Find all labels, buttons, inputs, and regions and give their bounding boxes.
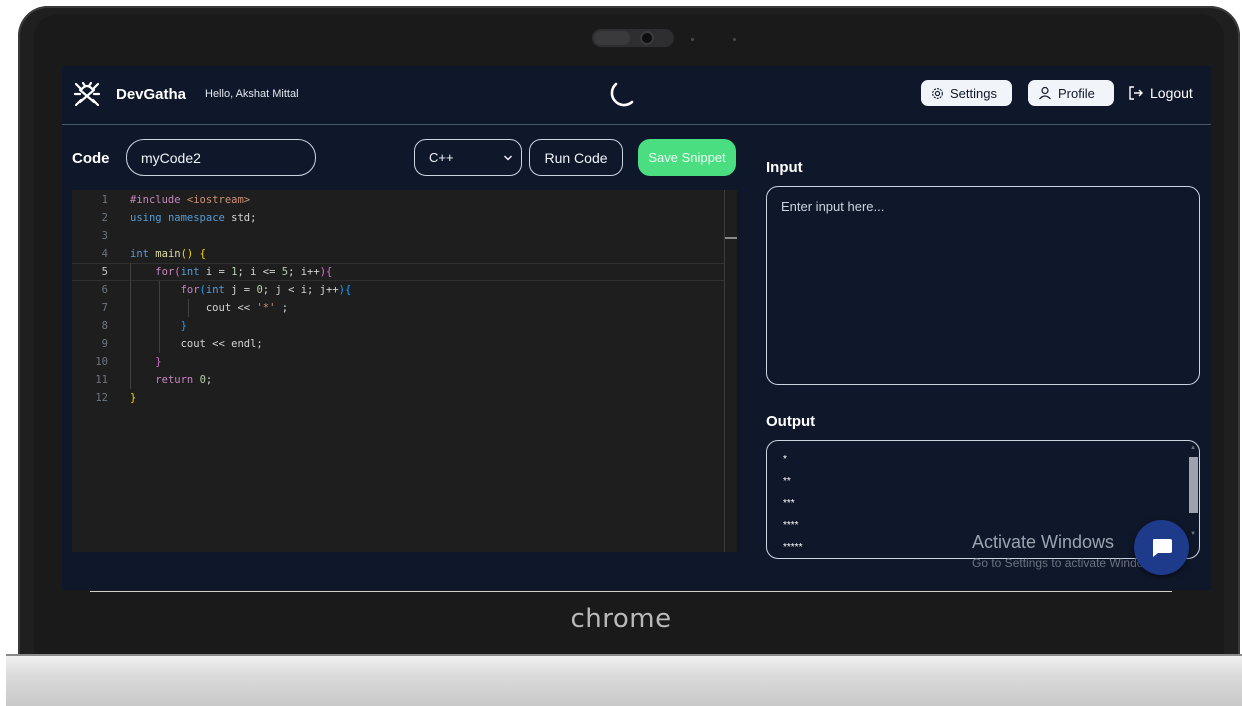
line-number: 2	[101, 212, 108, 224]
line-number: 11	[95, 374, 108, 386]
moon-theme-toggle-icon[interactable]	[602, 80, 636, 112]
profile-label: Profile	[1058, 85, 1095, 101]
code-label: Code	[72, 150, 110, 167]
chat-button[interactable]	[1134, 520, 1189, 575]
activate-windows-subtitle: Go to Settings to activate Windows.	[972, 556, 1162, 570]
line-number: 3	[101, 230, 108, 242]
logout-button[interactable]: Logout	[1128, 85, 1193, 101]
gear-icon	[932, 87, 943, 99]
snippet-name-input[interactable]	[126, 139, 316, 176]
user-icon	[1039, 86, 1051, 100]
output-line: **	[783, 476, 791, 487]
line-number: 9	[101, 338, 108, 350]
output-line: *	[783, 454, 787, 465]
settings-button[interactable]: Settings	[921, 80, 1012, 106]
screen-bottom-divider	[90, 591, 1172, 592]
line-number: 10	[95, 356, 108, 368]
code-line-active[interactable]: 5 for(int i = 1; i <= 5; i++){	[72, 263, 724, 281]
line-number: 1	[101, 194, 108, 206]
run-code-button[interactable]: Run Code	[529, 139, 623, 176]
output-label: Output	[766, 413, 816, 430]
output-line: ****	[783, 520, 799, 531]
output-line: ***	[783, 498, 795, 509]
indent-guide	[130, 263, 131, 389]
logout-label: Logout	[1150, 85, 1193, 101]
line-number: 8	[101, 320, 108, 332]
code-editor[interactable]: 1 #include <iostream> 2 using namespace st…	[72, 190, 737, 552]
input-label: Input	[766, 159, 803, 176]
bug-logo-icon	[72, 78, 102, 108]
user-greeting: Hello, Akshat Mittal	[205, 88, 299, 100]
chat-bubble-icon	[1152, 538, 1172, 557]
editor-scrollbar[interactable]	[724, 190, 725, 552]
scroll-down-icon[interactable]: ▼	[1190, 531, 1196, 537]
line-number: 4	[101, 248, 108, 260]
navbar: DevGatha Hello, Akshat Mittal Settings P…	[62, 66, 1211, 125]
brand-name: DevGatha	[116, 86, 187, 103]
sensor-dot	[691, 38, 694, 41]
logout-icon	[1129, 86, 1143, 100]
save-snippet-button[interactable]: Save Snippet	[638, 139, 736, 176]
line-number: 6	[101, 284, 108, 296]
line-number: 12	[95, 392, 108, 404]
activate-windows-title: Activate Windows	[972, 532, 1115, 552]
laptop-base	[6, 654, 1242, 706]
profile-button[interactable]: Profile	[1028, 80, 1114, 106]
app-screen: DevGatha Hello, Akshat Mittal Settings P…	[62, 66, 1211, 590]
editor-scroll-marker	[725, 237, 737, 239]
indent-guide	[188, 299, 189, 317]
line-number: 7	[101, 302, 108, 314]
language-select[interactable]: C++	[414, 139, 522, 176]
scroll-up-icon[interactable]: ▲	[1190, 445, 1196, 451]
line-number: 5	[101, 266, 108, 278]
device-brand-label: chrome	[570, 604, 672, 634]
input-textarea[interactable]	[766, 186, 1200, 385]
sensor-dot	[733, 38, 736, 41]
settings-label: Settings	[950, 85, 997, 101]
chevron-down-icon	[504, 155, 512, 160]
language-value: C++	[429, 150, 454, 165]
webcam-icon	[592, 29, 674, 47]
scroll-thumb[interactable]	[1189, 457, 1198, 513]
indent-guide	[159, 281, 160, 353]
output-line: *****	[783, 542, 803, 553]
